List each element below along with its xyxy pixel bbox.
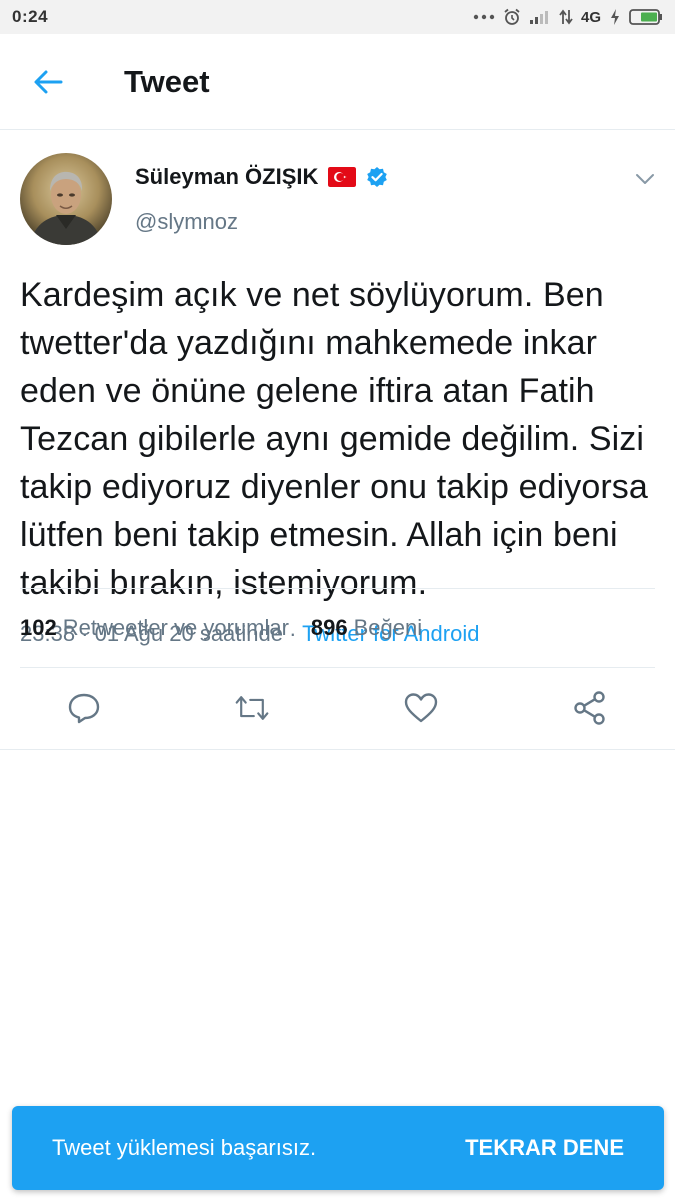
retweets-label[interactable]: Retweetler ve yorumlar: [63, 615, 289, 641]
reply-button[interactable]: [66, 690, 102, 726]
like-button[interactable]: [403, 690, 439, 726]
reply-icon: [68, 693, 100, 724]
likes-label[interactable]: Beğeni: [354, 615, 423, 641]
tweet-stats: 102 Retweetler ve yorumlar 896 Beğeni: [20, 588, 655, 668]
turkey-flag-icon: [328, 167, 357, 187]
tweet-text: Kardeşim açık ve net söylüyorum. Ben twe…: [20, 276, 648, 602]
avatar[interactable]: [20, 153, 112, 245]
likes-count[interactable]: 896: [311, 615, 348, 641]
error-snackbar: Tweet yüklemesi başarısız. TEKRAR DENE: [12, 1106, 664, 1190]
network-type: 4G: [580, 8, 601, 26]
tweet-detail: Süleyman ÖZIŞIK @slymnoz Kardeşim açık v…: [0, 131, 675, 649]
retweets-count[interactable]: 102: [20, 615, 57, 641]
status-icons: 4G: [473, 8, 663, 26]
arrow-left-icon: [34, 70, 63, 93]
tweet-menu-button[interactable]: [633, 167, 657, 191]
retweet-button[interactable]: [234, 690, 270, 726]
battery-icon: [629, 8, 663, 26]
status-time: 0:24: [12, 7, 49, 26]
chevron-down-icon: [636, 174, 654, 184]
charging-icon: [609, 8, 621, 26]
author-handle[interactable]: @slymnoz: [135, 209, 238, 235]
page-title: Tweet: [124, 63, 210, 99]
verified-badge-icon: [367, 167, 388, 187]
app-header: Tweet: [0, 34, 675, 130]
signal-icon: [529, 9, 551, 25]
dots-icon: [473, 13, 495, 21]
data-arrows-icon: [559, 9, 573, 25]
tweet-author: Süleyman ÖZIŞIK @slymnoz: [0, 131, 675, 261]
back-button[interactable]: [0, 34, 96, 130]
tweet-actions: [0, 668, 675, 750]
author-name[interactable]: Süleyman ÖZIŞIK: [135, 164, 318, 190]
author-name-row: Süleyman ÖZIŞIK: [135, 164, 388, 190]
retry-button[interactable]: TEKRAR DENE: [465, 1135, 624, 1161]
status-bar: 0:24 4G: [0, 0, 675, 34]
share-button[interactable]: [572, 690, 608, 726]
share-icon: [574, 691, 605, 725]
alarm-icon: [503, 8, 521, 26]
retweet-icon: [235, 696, 269, 720]
snackbar-message: Tweet yüklemesi başarısız.: [52, 1135, 317, 1160]
heart-icon: [404, 693, 438, 723]
